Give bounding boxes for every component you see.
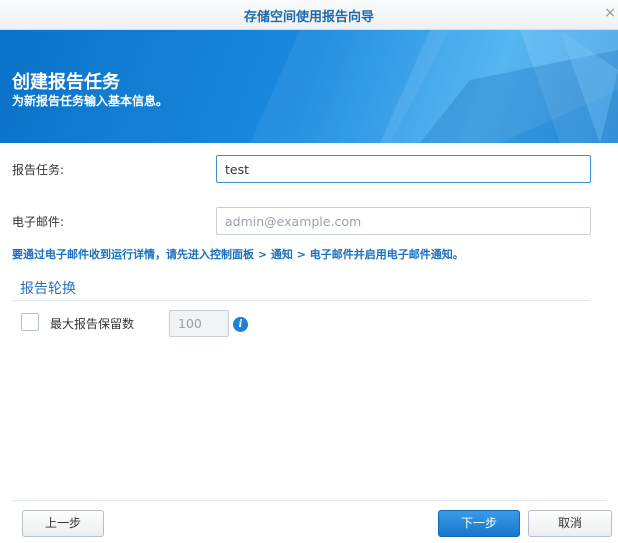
task-name-input[interactable] [216,155,591,183]
header-banner: 创建报告任务 为新报告任务输入基本信息。 [0,30,618,143]
max-reports-input[interactable] [169,310,229,337]
title-bar: 存储空间使用报告向导 × [0,0,618,30]
email-notification-note: 要通过电子邮件收到运行详情，请先进入控制面板 > 通知 > 电子邮件并启用电子邮… [12,248,464,261]
task-label: 报告任务: [12,163,65,177]
email-input[interactable] [216,207,591,235]
cancel-button[interactable]: 取消 [528,510,612,537]
next-button[interactable]: 下一步 [438,510,520,537]
page-title: 创建报告任务 [12,72,120,93]
window-title: 存储空间使用报告向导 [243,10,374,25]
section-divider [12,300,590,301]
info-icon[interactable]: i [233,317,248,332]
footer-divider [12,500,606,501]
max-reports-label: 最大报告保留数 [50,317,135,331]
page-subtitle: 为新报告任务输入基本信息。 [12,94,169,108]
max-reports-checkbox[interactable] [21,313,39,331]
email-label: 电子邮件: [12,215,65,229]
back-button[interactable]: 上一步 [22,510,104,537]
section-title-rotation: 报告轮换 [20,281,76,297]
close-icon[interactable]: × [604,5,616,21]
